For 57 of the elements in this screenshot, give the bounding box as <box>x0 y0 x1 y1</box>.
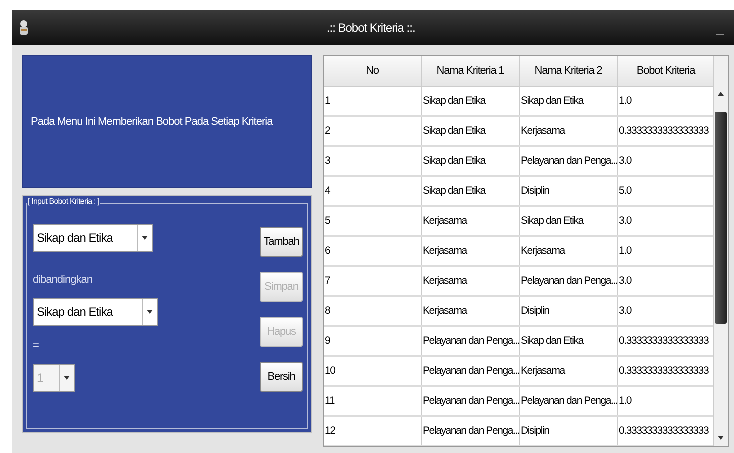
table-cell: Kerjasama <box>520 117 618 145</box>
table-cell: Disiplin <box>520 297 618 325</box>
table-cell: 7 <box>324 267 422 295</box>
dropdown[interactable]: Sikap dan Etika <box>33 298 158 326</box>
table-cell: Sikap dan Etika <box>422 177 520 205</box>
table-cell: 10 <box>324 357 422 385</box>
minimize-button[interactable]: _ <box>712 20 728 36</box>
table-cell: 5 <box>324 207 422 235</box>
table-cell: Kerjasama <box>520 237 618 265</box>
table-cell: 9 <box>324 327 422 355</box>
table-cell: Sikap dan Etika <box>422 87 520 115</box>
table-cell: Disiplin <box>520 417 618 445</box>
table-cell: 3 <box>324 147 422 175</box>
table-cell: Disiplin <box>520 177 618 205</box>
table-cell: 4 <box>324 177 422 205</box>
table-cell: Kerjasama <box>422 267 520 295</box>
column-header[interactable]: No <box>324 56 422 86</box>
app-icon <box>18 20 30 36</box>
caret-icon <box>142 236 148 240</box>
table-cell: 1 <box>324 87 422 115</box>
window-title: .:: Bobot Kriteria ::. <box>326 20 416 34</box>
table-cell: Pelayanan dan Penga... <box>422 327 520 355</box>
scroll-thumb[interactable] <box>715 112 727 324</box>
table-cell: 11 <box>324 387 422 415</box>
table-cell: 12 <box>324 417 422 445</box>
action-button[interactable]: Bersih <box>260 362 303 392</box>
table-cell: Pelayanan dan Penga... <box>520 387 618 415</box>
scrollbar[interactable] <box>713 56 728 446</box>
action-button[interactable]: Tambah <box>260 227 303 257</box>
table-cell: Kerjasama <box>520 357 618 385</box>
table-cell: Sikap dan Etika <box>422 147 520 175</box>
table-cell: Sikap dan Etika <box>422 117 520 145</box>
compare-label: dibandingkan <box>33 274 92 286</box>
column-header[interactable]: Nama Kriteria 1 <box>422 56 520 86</box>
table-cell: Kerjasama <box>422 297 520 325</box>
scroll-down-icon[interactable] <box>718 436 724 440</box>
table-cell: Kerjasama <box>422 237 520 265</box>
equals-label: = <box>33 340 39 352</box>
table-cell: Sikap dan Etika <box>520 87 618 115</box>
table-cell: 2 <box>324 117 422 145</box>
table-cell: Sikap dan Etika <box>520 207 618 235</box>
column-header[interactable]: Nama Kriteria 2 <box>520 56 618 86</box>
scroll-up-icon[interactable] <box>718 92 724 96</box>
group-title: [ Input Bobot Kriteria : ] <box>27 197 100 206</box>
caret-icon <box>64 376 70 380</box>
table-cell: Pelayanan dan Penga... <box>422 387 520 415</box>
table-cell: Kerjasama <box>422 207 520 235</box>
table-cell: 6 <box>324 237 422 265</box>
table-cell: Sikap dan Etika <box>520 327 618 355</box>
table-cell: Pelayanan dan Penga... <box>520 267 618 295</box>
table-cell: Pelayanan dan Penga... <box>422 417 520 445</box>
info-text: Pada Menu Ini Memberikan Bobot Pada Setiap Kriteria <box>31 116 273 128</box>
table-cell: Pelayanan dan Penga... <box>520 147 618 175</box>
dropdown[interactable]: Sikap dan Etika <box>33 224 153 252</box>
table-cell: Pelayanan dan Penga... <box>422 357 520 385</box>
caret-icon <box>147 310 153 314</box>
table-cell: 8 <box>324 297 422 325</box>
